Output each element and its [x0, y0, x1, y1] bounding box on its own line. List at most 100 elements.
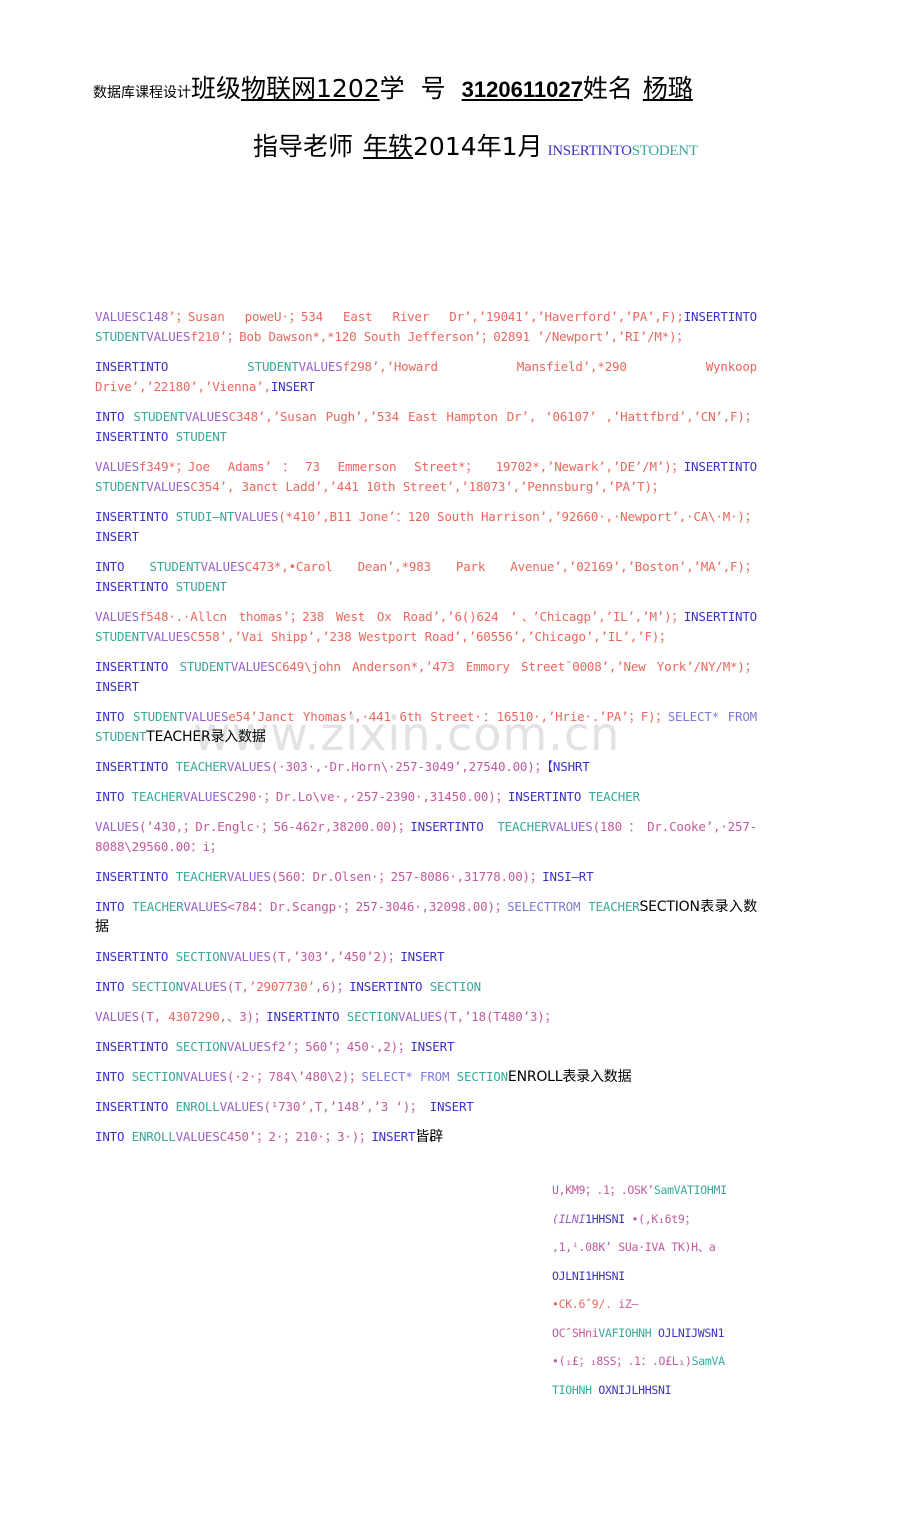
name-value: 杨璐: [642, 74, 693, 103]
sql-statement-line-11: INTO TEACHERVALUESC290·；Dr.Lo\ve·,·257-2…: [95, 787, 757, 807]
sql-line-12-token-0: VALUES: [95, 819, 139, 834]
sql-line-20-token-0: INSERTINTO: [95, 1099, 169, 1114]
sql-line-9-token-3: VALUES: [184, 709, 229, 724]
sql-line-2-token-5: INSERT: [270, 379, 315, 394]
sql-statement-line-10: INSERTINTO TEACHERVALUES(·303·,·Dr.Horn\…: [95, 757, 757, 777]
sql-line-12-token-3: [484, 819, 498, 834]
sql-line-14-token-7: TEACHER: [588, 899, 640, 914]
sql-line-18-token-3: VALUES: [226, 1039, 271, 1054]
sql-line-3-token-7: STUDENT: [175, 429, 227, 444]
sql-line-13-token-5: INSI–RT: [542, 869, 594, 884]
sql-line-17-token-1: (T,: [138, 1009, 169, 1024]
sql-line-19-token-0: INTO: [95, 1069, 125, 1084]
sql-statement-line-16: INTO SECTIONVALUES(T,’2907730’,6)；INSERT…: [95, 977, 757, 997]
sql-line-21-token-3: VALUES: [175, 1129, 220, 1144]
sql-line-4-token-5: VALUES: [146, 479, 191, 494]
sql-statements-body: VALUESC148’；Susan poweU·；534 East River …: [95, 307, 757, 1147]
sql-line-9-token-0: INTO: [95, 709, 125, 724]
sql-line-3-token-2: STUDENT: [133, 409, 185, 424]
sql-line-21-token-6: 皆辟: [415, 1129, 443, 1145]
sql-line-6-token-6: [168, 579, 175, 594]
sql-line-11-token-5: INSERTINTO: [507, 789, 582, 804]
sql-line-1-token-5: STUDENT: [95, 329, 147, 344]
header-tail-table-name: STODENT: [631, 143, 698, 159]
sql-line-11-token-4: C290·；Dr.Lo\ve·,·257-2390·,31450.00)；: [226, 789, 508, 804]
sql-line-8-token-1: [168, 659, 179, 674]
garbled-g-line-8: TIOHNH OXNIJLHHSNI: [552, 1376, 767, 1405]
sql-line-19-token-5: SELECT* FROM: [361, 1069, 450, 1084]
sql-line-8-token-4: C649\john Anderson*,’473 Emmory Street¯0…: [274, 659, 757, 674]
student-id-value: 3120611027: [461, 77, 583, 102]
sql-line-15-token-1: [168, 949, 175, 964]
sql-line-10-token-1: [168, 759, 175, 774]
sql-line-20-token-5: INSERT: [429, 1099, 474, 1114]
sql-line-10-token-3: VALUES: [226, 759, 271, 774]
sql-line-17-token-5: [339, 1009, 346, 1024]
sql-line-16-token-6: ,6)；: [314, 979, 350, 994]
class-value: 物联网1202: [241, 74, 380, 103]
sql-line-3-token-3: VALUES: [184, 409, 229, 424]
garbled-g-line-8-token-0: TIOHNH: [552, 1382, 592, 1397]
header-tail-insert-keyword: INSERTINTO: [547, 143, 632, 159]
sql-line-20-token-4: (¹730’,T,’148’,’3 ‘)；: [263, 1099, 430, 1114]
sql-line-19-token-6: [449, 1069, 456, 1084]
sql-statement-line-6: INTO STUDENTVALUESC473*,•Carol Dean’,*98…: [95, 557, 757, 597]
sql-statement-line-3: INTO STUDENTVALUESC348’,’Susan Pugh’,’53…: [95, 407, 757, 447]
sql-line-6-token-5: INSERTINTO: [95, 579, 169, 594]
sql-line-2-token-0: INSERTINTO: [95, 359, 169, 374]
sql-line-12-token-1: (’430,；Dr.Englc·；56-462r,38200.00)；: [138, 819, 411, 834]
sql-line-8-token-3: VALUES: [230, 659, 275, 674]
advisor-label: 指导老师: [253, 132, 354, 161]
garbled-g-line-6-token-2: [651, 1326, 658, 1340]
sql-line-21-token-2: ENROLL: [131, 1129, 176, 1144]
sql-line-11-token-0: INTO: [95, 789, 125, 804]
sql-line-16-token-0: INTO: [95, 979, 125, 994]
student-id-label-2: 号: [420, 74, 446, 103]
student-id-label-1: 学: [379, 74, 405, 103]
sql-line-4-token-2: INSERTINTO: [683, 459, 757, 474]
sql-line-6-token-0: INTO: [95, 559, 125, 574]
garbled-g-line-2: (ILNI1HHSNI •(,K₁6t9；: [552, 1205, 767, 1234]
sql-line-1-token-0: VALUESC148: [95, 309, 169, 324]
sql-line-6-token-7: STUDENT: [175, 579, 227, 594]
sql-line-19-token-4: (·2·；784\’480\2)；: [226, 1069, 362, 1084]
sql-line-7-token-1: f548·.·Allcn thomas’；238 West Ox Road’,’…: [138, 609, 684, 624]
course-title-label: 数据库课程设计: [93, 85, 191, 101]
sql-line-18-token-1: [168, 1039, 175, 1054]
sql-line-9-token-9: 录入数据: [210, 729, 266, 745]
sql-line-18-token-0: INSERTINTO: [95, 1039, 169, 1054]
sql-line-18-token-4: f2’；560’；450·,2)；: [270, 1039, 411, 1054]
header-line-advisor-info: 指导老师 年轶2014年1月 INSERTINTOSTODENT: [253, 134, 698, 159]
garbled-g-line-5-token-0: •CK.6ˆ9/.: [552, 1297, 612, 1311]
header-trailing-sql-text: INSERTINTOSTODENT: [548, 143, 698, 159]
sql-line-16-token-5: ’2907730’: [248, 979, 315, 994]
sql-line-5-token-1: [168, 509, 175, 524]
sql-line-12-token-4: TEACHER: [497, 819, 549, 834]
sql-line-10-token-5: 【NSHRT: [546, 759, 590, 774]
sql-line-4-token-1: f349*；Joe Adams’：73 Emmerson Street*； 19…: [138, 459, 684, 474]
sql-line-7-token-0: VALUES: [95, 609, 139, 624]
sql-line-14-token-4: <784：Dr.Scangp·；257-3046·,32098.00)；: [227, 899, 508, 914]
sql-line-11-token-7: TEACHER: [588, 789, 640, 804]
garbled-ocr-block: U,KM9；.1；.OSK’SamVATIOHMI (ILNI1HHSNI •(…: [552, 1176, 767, 1404]
sql-line-13-token-1: [168, 869, 175, 884]
sql-line-15-token-0: INSERTINTO: [95, 949, 169, 964]
sql-line-17-token-2: 4307290,: [168, 1009, 227, 1024]
garbled-g-line-3-token-2: TK)H、a: [671, 1240, 716, 1254]
sql-line-2-token-2: STUDENT: [247, 359, 299, 374]
sql-line-1-token-3: INSERTINTO: [683, 309, 757, 324]
sql-line-14-token-5: SELECTTROM: [507, 899, 581, 914]
sql-line-5-token-5: INSERT: [95, 529, 139, 544]
sql-statement-line-9: INTO STUDENTVALUESe54’Janct Yhomas’,·441…: [95, 707, 757, 747]
sql-line-21-token-1: [124, 1129, 131, 1144]
sql-line-3-token-6: [168, 429, 175, 444]
sql-line-13-token-0: INSERTINTO: [95, 869, 169, 884]
sql-line-19-token-8: ENROLL: [507, 1069, 563, 1085]
sql-statement-line-7: VALUESf548·.·Allcn thomas’；238 West Ox R…: [95, 607, 757, 647]
sql-line-8-token-0: INSERTINTO: [95, 659, 169, 674]
sql-line-14-token-2: TEACHER: [132, 899, 184, 914]
garbled-g-line-6-token-3: OJLNIJWSN1: [658, 1325, 725, 1340]
sql-statement-line-14: INTO TEACHERVALUES<784：Dr.Scangp·；257-30…: [95, 897, 757, 937]
sql-line-1-token-2: ;: [676, 309, 684, 324]
sql-statement-line-15: INSERTINTO SECTIONVALUES(T,’303’,’450’2)…: [95, 947, 757, 967]
